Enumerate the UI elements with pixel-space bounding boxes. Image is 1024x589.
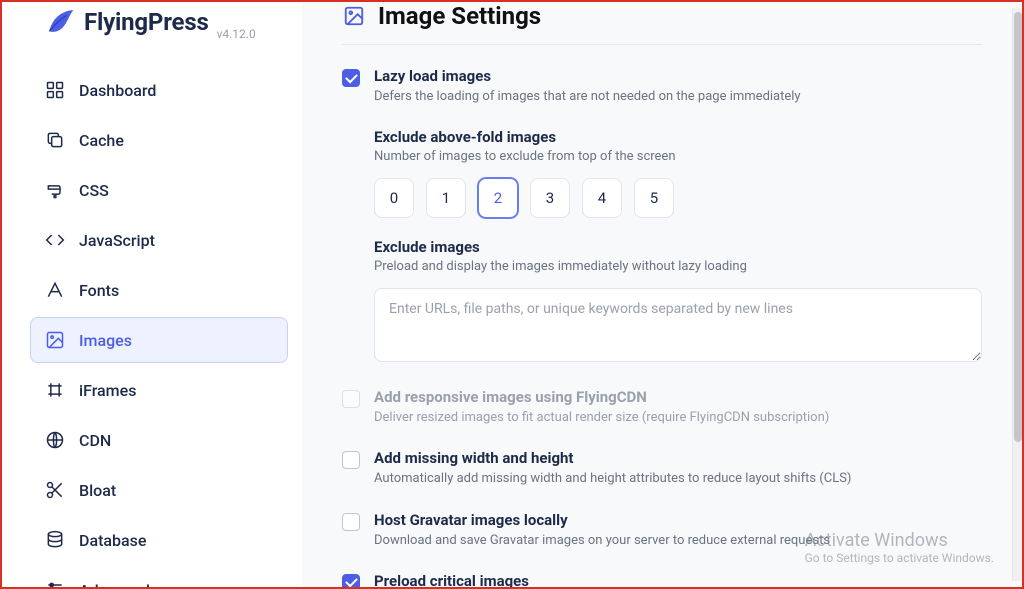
responsive-cdn-desc: Deliver resized images to fit actual ren… bbox=[374, 409, 982, 427]
font-icon bbox=[45, 280, 65, 300]
exclude-images-title: Exclude images bbox=[374, 238, 982, 256]
flyingpress-logo-icon bbox=[44, 6, 76, 38]
sidebar-item-iframes[interactable]: iFrames bbox=[30, 367, 288, 413]
image-icon bbox=[45, 330, 65, 350]
sidebar-item-cache[interactable]: Cache bbox=[30, 117, 288, 163]
sidebar-item-label: Bloat bbox=[79, 481, 116, 500]
above-fold-option-5[interactable]: 5 bbox=[634, 178, 674, 218]
page-title: Image Settings bbox=[378, 2, 541, 30]
brand-version: v4.12.0 bbox=[217, 27, 256, 41]
exclude-images-block: Exclude images Preload and display the i… bbox=[374, 238, 982, 366]
brand-logo: FlyingPress bbox=[44, 6, 209, 38]
sidebar-item-label: CDN bbox=[79, 431, 111, 450]
above-fold-desc: Number of images to exclude from top of … bbox=[374, 149, 982, 164]
missing-wh-desc: Automatically add missing width and heig… bbox=[374, 470, 982, 488]
sidebar-item-label: Database bbox=[79, 531, 146, 550]
setting-preload-critical: Preload critical images Preload images n… bbox=[342, 572, 982, 587]
above-fold-title: Exclude above-fold images bbox=[374, 128, 982, 146]
main-content: Image Settings Lazy load images Defers t… bbox=[302, 2, 1022, 587]
frame-icon bbox=[45, 380, 65, 400]
scrollbar-thumb[interactable] bbox=[1014, 12, 1022, 442]
above-fold-option-3[interactable]: 3 bbox=[530, 178, 570, 218]
copy-icon bbox=[45, 130, 65, 150]
lazy-load-title: Lazy load images bbox=[374, 67, 982, 85]
lazy-load-desc: Defers the loading of images that are no… bbox=[374, 88, 982, 106]
preload-critical-title: Preload critical images bbox=[374, 572, 982, 587]
setting-lazy-load: Lazy load images Defers the loading of i… bbox=[342, 67, 982, 106]
sidebar-item-dashboard[interactable]: Dashboard bbox=[30, 67, 288, 113]
above-fold-option-2[interactable]: 2 bbox=[478, 178, 518, 218]
sidebar-item-css[interactable]: CSS bbox=[30, 167, 288, 213]
paint-icon bbox=[45, 180, 65, 200]
scrollbar[interactable] bbox=[1012, 8, 1022, 581]
sidebar-item-bloat[interactable]: Bloat bbox=[30, 467, 288, 513]
sidebar-item-database[interactable]: Database bbox=[30, 517, 288, 563]
sidebar-item-label: JavaScript bbox=[79, 231, 155, 250]
sidebar-item-label: Images bbox=[79, 331, 132, 350]
above-fold-options: 012345 bbox=[374, 178, 982, 218]
above-fold-block: Exclude above-fold images Number of imag… bbox=[374, 128, 982, 218]
sidebar-item-cdn[interactable]: CDN bbox=[30, 417, 288, 463]
code-icon bbox=[45, 230, 65, 250]
missing-wh-title: Add missing width and height bbox=[374, 449, 982, 467]
nav: Dashboard Cache CSS JavaScript Fonts Images iF… bbox=[30, 67, 288, 587]
scissors-icon bbox=[45, 480, 65, 500]
sidebar-item-label: Fonts bbox=[79, 281, 119, 300]
sidebar-item-label: iFrames bbox=[79, 381, 136, 400]
gravatar-checkbox[interactable] bbox=[342, 513, 360, 531]
page-header: Image Settings bbox=[342, 2, 982, 45]
sidebar-item-fonts[interactable]: Fonts bbox=[30, 267, 288, 313]
grid-icon bbox=[45, 80, 65, 100]
gravatar-title: Host Gravatar images locally bbox=[374, 511, 982, 529]
above-fold-option-4[interactable]: 4 bbox=[582, 178, 622, 218]
brand: FlyingPress v4.12.0 bbox=[30, 2, 288, 67]
sidebar-item-images[interactable]: Images bbox=[30, 317, 288, 363]
sidebar-item-label: Advanced bbox=[79, 581, 150, 588]
setting-responsive-cdn: Add responsive images using FlyingCDN De… bbox=[342, 388, 982, 427]
preload-critical-checkbox[interactable] bbox=[342, 574, 360, 587]
missing-wh-checkbox[interactable] bbox=[342, 451, 360, 469]
exclude-images-textarea[interactable] bbox=[374, 288, 982, 362]
gravatar-desc: Download and save Gravatar images on you… bbox=[374, 532, 982, 550]
above-fold-option-0[interactable]: 0 bbox=[374, 178, 414, 218]
sidebar-item-label: Dashboard bbox=[79, 81, 156, 100]
above-fold-option-1[interactable]: 1 bbox=[426, 178, 466, 218]
sidebar-item-label: Cache bbox=[79, 131, 124, 150]
sidebar: FlyingPress v4.12.0 Dashboard Cache CSS Jav… bbox=[2, 2, 302, 587]
responsive-cdn-title: Add responsive images using FlyingCDN bbox=[374, 388, 982, 406]
lazy-load-checkbox[interactable] bbox=[342, 69, 360, 87]
brand-name: FlyingPress bbox=[84, 8, 209, 36]
responsive-cdn-checkbox bbox=[342, 390, 360, 408]
setting-gravatar: Host Gravatar images locally Download an… bbox=[342, 511, 982, 550]
image-icon bbox=[342, 4, 366, 28]
sidebar-item-label: CSS bbox=[79, 181, 109, 200]
setting-missing-wh: Add missing width and height Automatical… bbox=[342, 449, 982, 488]
exclude-images-desc: Preload and display the images immediate… bbox=[374, 259, 982, 274]
sidebar-item-advanced[interactable]: Advanced bbox=[30, 567, 288, 587]
database-icon bbox=[45, 530, 65, 550]
sidebar-item-javascript[interactable]: JavaScript bbox=[30, 217, 288, 263]
sliders-icon bbox=[45, 580, 65, 587]
globe-icon bbox=[45, 430, 65, 450]
